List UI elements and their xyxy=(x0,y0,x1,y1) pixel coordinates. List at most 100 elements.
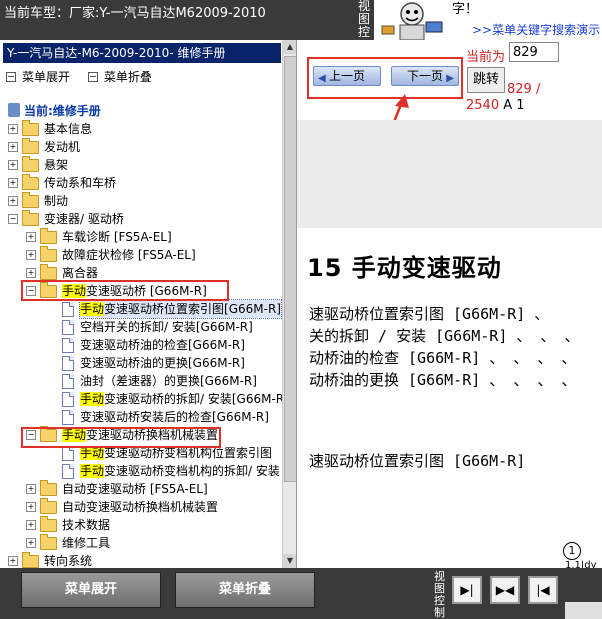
tree-collapse-label: 菜单折叠 xyxy=(103,70,152,84)
tree-folder-item[interactable]: + 技术数据 xyxy=(0,516,282,534)
tree-doc-item[interactable]: 变速驱动桥油的检查[G66M-R] xyxy=(0,336,282,354)
tree-folder-item[interactable]: + 故障症状检修 [FS5A-EL] xyxy=(0,246,282,264)
tree-item-label: 手动变速驱动桥的拆卸/ 安装[G66M-R] xyxy=(80,390,289,408)
tree-item-label: 维修工具 xyxy=(62,534,110,552)
horizontal-scrollbar[interactable] xyxy=(565,602,602,619)
tree-item-label: 悬架 xyxy=(44,156,68,174)
tree-doc-item[interactable]: 手动变速驱动桥位置索引图[G66M-R] xyxy=(0,299,282,319)
page-total: 2540 A 1 xyxy=(466,98,525,113)
document-icon xyxy=(62,374,74,389)
folder-icon xyxy=(22,120,39,136)
expand-toggle-icon[interactable]: + xyxy=(8,196,18,206)
tree-item-text: 变速驱动桥的拆卸/ 安装[G66M-R] xyxy=(104,392,289,406)
tree-item-text: 自动变速驱动桥 [FS5A-EL] xyxy=(62,482,208,496)
expand-toggle-icon[interactable]: + xyxy=(8,142,18,152)
mascot-image xyxy=(374,0,448,40)
tree-folder-item[interactable]: + 基本信息 xyxy=(0,120,282,138)
tree-folder-item[interactable]: + 制动 xyxy=(0,192,282,210)
bottom-bar: 菜单展开 菜单折叠 视图控制 ▶| ▶◀ |◀ xyxy=(0,568,602,619)
tree-item-label: 技术数据 xyxy=(62,516,110,534)
arrow-right-icon: ▶| xyxy=(460,583,474,597)
doc-line: 速驱动桥位置索引图 [G66M-R] 、 xyxy=(309,305,550,323)
split-icon: ▶◀ xyxy=(495,583,515,597)
prev-page-label: 上一页 xyxy=(328,69,365,83)
tree-item-label: 手动变速驱动桥 [G66M-R] xyxy=(62,282,207,300)
expand-toggle-icon[interactable]: + xyxy=(8,160,18,170)
tree-item-label: 自动变速驱动桥换档机械装置 xyxy=(62,498,218,516)
tree-expand-all-button[interactable]: 菜单展开 xyxy=(6,68,70,85)
expand-toggle-icon[interactable]: + xyxy=(26,268,36,278)
jump-button[interactable]: 跳转 xyxy=(467,67,505,93)
page-number-input[interactable] xyxy=(509,42,559,62)
expand-toggle-icon[interactable]: + xyxy=(26,250,36,260)
tree-folder-item[interactable]: + 自动变速驱动桥 [FS5A-EL] xyxy=(0,480,282,498)
expand-toggle-icon[interactable]: + xyxy=(26,538,36,548)
scroll-down-icon[interactable]: ▼ xyxy=(283,554,296,568)
tree-collapse-all-button[interactable]: 菜单折叠 xyxy=(87,68,152,85)
tree-item-label: 当前:维修手册 xyxy=(24,104,101,118)
tree-item-label: 转向系统 xyxy=(44,552,92,568)
folder-icon xyxy=(40,498,57,514)
collapse-toggle-icon[interactable]: − xyxy=(26,286,36,296)
tree-doc-item[interactable]: 手动变速驱动桥的拆卸/ 安装[G66M-R] xyxy=(0,390,289,408)
tree-item-label: 发动机 xyxy=(44,138,80,156)
tree-folder-item[interactable]: + 传动系和车桥 xyxy=(0,174,282,192)
menu-collapse-button[interactable]: 菜单折叠 xyxy=(175,572,315,608)
tree-folder-item[interactable]: + 发动机 xyxy=(0,138,282,156)
tree-item-text: 自动变速驱动桥换档机械装置 xyxy=(62,500,219,514)
view-right-button[interactable]: ▶| xyxy=(452,576,482,604)
expand-toggle-icon[interactable]: + xyxy=(8,178,18,188)
expand-toggle-icon[interactable]: + xyxy=(26,484,36,494)
tree-toolbar: 菜单展开 菜单折叠 xyxy=(6,68,166,84)
tree-doc-item[interactable]: 手动变速驱动桥变档机构位置索引图 xyxy=(0,444,282,462)
tree-folder-item[interactable]: + 转向系统 xyxy=(0,552,282,568)
tree-doc-item[interactable]: 油封（差速器）的更换[G66M-R] xyxy=(0,372,282,390)
tree-item-label: 手动变速驱动桥换档机械装置 xyxy=(62,426,218,444)
tree-item-text: 传动系和车桥 xyxy=(44,176,117,190)
tree-item-text: 变速驱动桥安装后的检查[G66M-R] xyxy=(80,410,269,424)
expand-toggle-icon[interactable]: + xyxy=(26,502,36,512)
doc-bottom-text: 1.1|dy xyxy=(565,560,597,568)
tree-item-label: 油封（差速器）的更换[G66M-R] xyxy=(80,372,257,390)
tree-doc-item[interactable]: 变速驱动桥安装后的检查[G66M-R] xyxy=(0,408,282,426)
tree-folder-item[interactable]: + 车载诊断 [FS5A-EL] xyxy=(0,228,282,246)
document-icon xyxy=(62,410,74,425)
scroll-up-icon[interactable]: ▲ xyxy=(283,40,296,54)
doc-line: 动桥油的检查 [G66M-R] 、 、 、 、 xyxy=(309,349,577,367)
keyword-highlight: 手动 xyxy=(80,392,105,406)
expand-toggle-icon[interactable]: + xyxy=(8,124,18,134)
page-suffix: A 1 xyxy=(503,98,525,113)
tree-doc-item[interactable]: 空档开关的拆卸/ 安装[G66M-R] xyxy=(0,318,282,336)
arrow-right-icon: ▶ xyxy=(446,73,454,84)
search-demo-link[interactable]: >>菜单关键字搜索演示 xyxy=(472,21,600,38)
view-left-button[interactable]: |◀ xyxy=(528,576,558,604)
expand-toggle-icon[interactable]: + xyxy=(26,232,36,242)
tree-root[interactable]: 当前:维修手册 xyxy=(0,102,282,120)
scrollbar-thumb[interactable] xyxy=(284,56,296,482)
tree-folder-item[interactable]: − 手动变速驱动桥换档机械装置 xyxy=(0,426,282,444)
tree-item-label: 手动变速驱动桥变档机构的拆卸/ 安装 xyxy=(80,462,280,480)
tree-folder-item[interactable]: + 维修工具 xyxy=(0,534,282,552)
view-split-button[interactable]: ▶◀ xyxy=(490,576,520,604)
tree-folder-item[interactable]: + 自动变速驱动桥换档机械装置 xyxy=(0,498,282,516)
tree-item-text: 维修工具 xyxy=(62,536,111,550)
menu-expand-button[interactable]: 菜单展开 xyxy=(21,572,161,608)
tree-folder-item[interactable]: + 离合器 xyxy=(0,264,282,282)
tree-doc-item[interactable]: 手动变速驱动桥变档机构的拆卸/ 安装 xyxy=(0,462,282,480)
menu-tree-panel: Y-一汽马自达-M6-2009-2010- 维修手册 菜单展开 菜单折叠 当前:… xyxy=(0,40,297,568)
tree-folder-item[interactable]: − 变速器/ 驱动桥 xyxy=(0,210,282,228)
tree-doc-item[interactable]: 变速驱动桥油的更换[G66M-R] xyxy=(0,354,282,372)
tree-scrollbar[interactable]: ▲ ▼ xyxy=(282,40,296,568)
collapse-toggle-icon[interactable]: − xyxy=(26,430,36,440)
tree-folder-item[interactable]: − 手动变速驱动桥 [G66M-R] xyxy=(0,282,282,300)
prev-page-button[interactable]: ◀ 上一页 xyxy=(313,66,381,86)
next-page-button[interactable]: 下一页 ▶ xyxy=(391,66,459,86)
expand-toggle-icon[interactable]: + xyxy=(8,556,18,566)
expand-icon xyxy=(6,71,16,82)
expand-toggle-icon[interactable]: + xyxy=(26,520,36,530)
collapse-toggle-icon[interactable]: − xyxy=(8,214,18,224)
tree-item-text: 悬架 xyxy=(44,158,69,172)
folder-icon xyxy=(40,228,57,244)
tree-folder-item[interactable]: + 悬架 xyxy=(0,156,282,174)
keyword-highlight: 手动 xyxy=(62,284,87,298)
